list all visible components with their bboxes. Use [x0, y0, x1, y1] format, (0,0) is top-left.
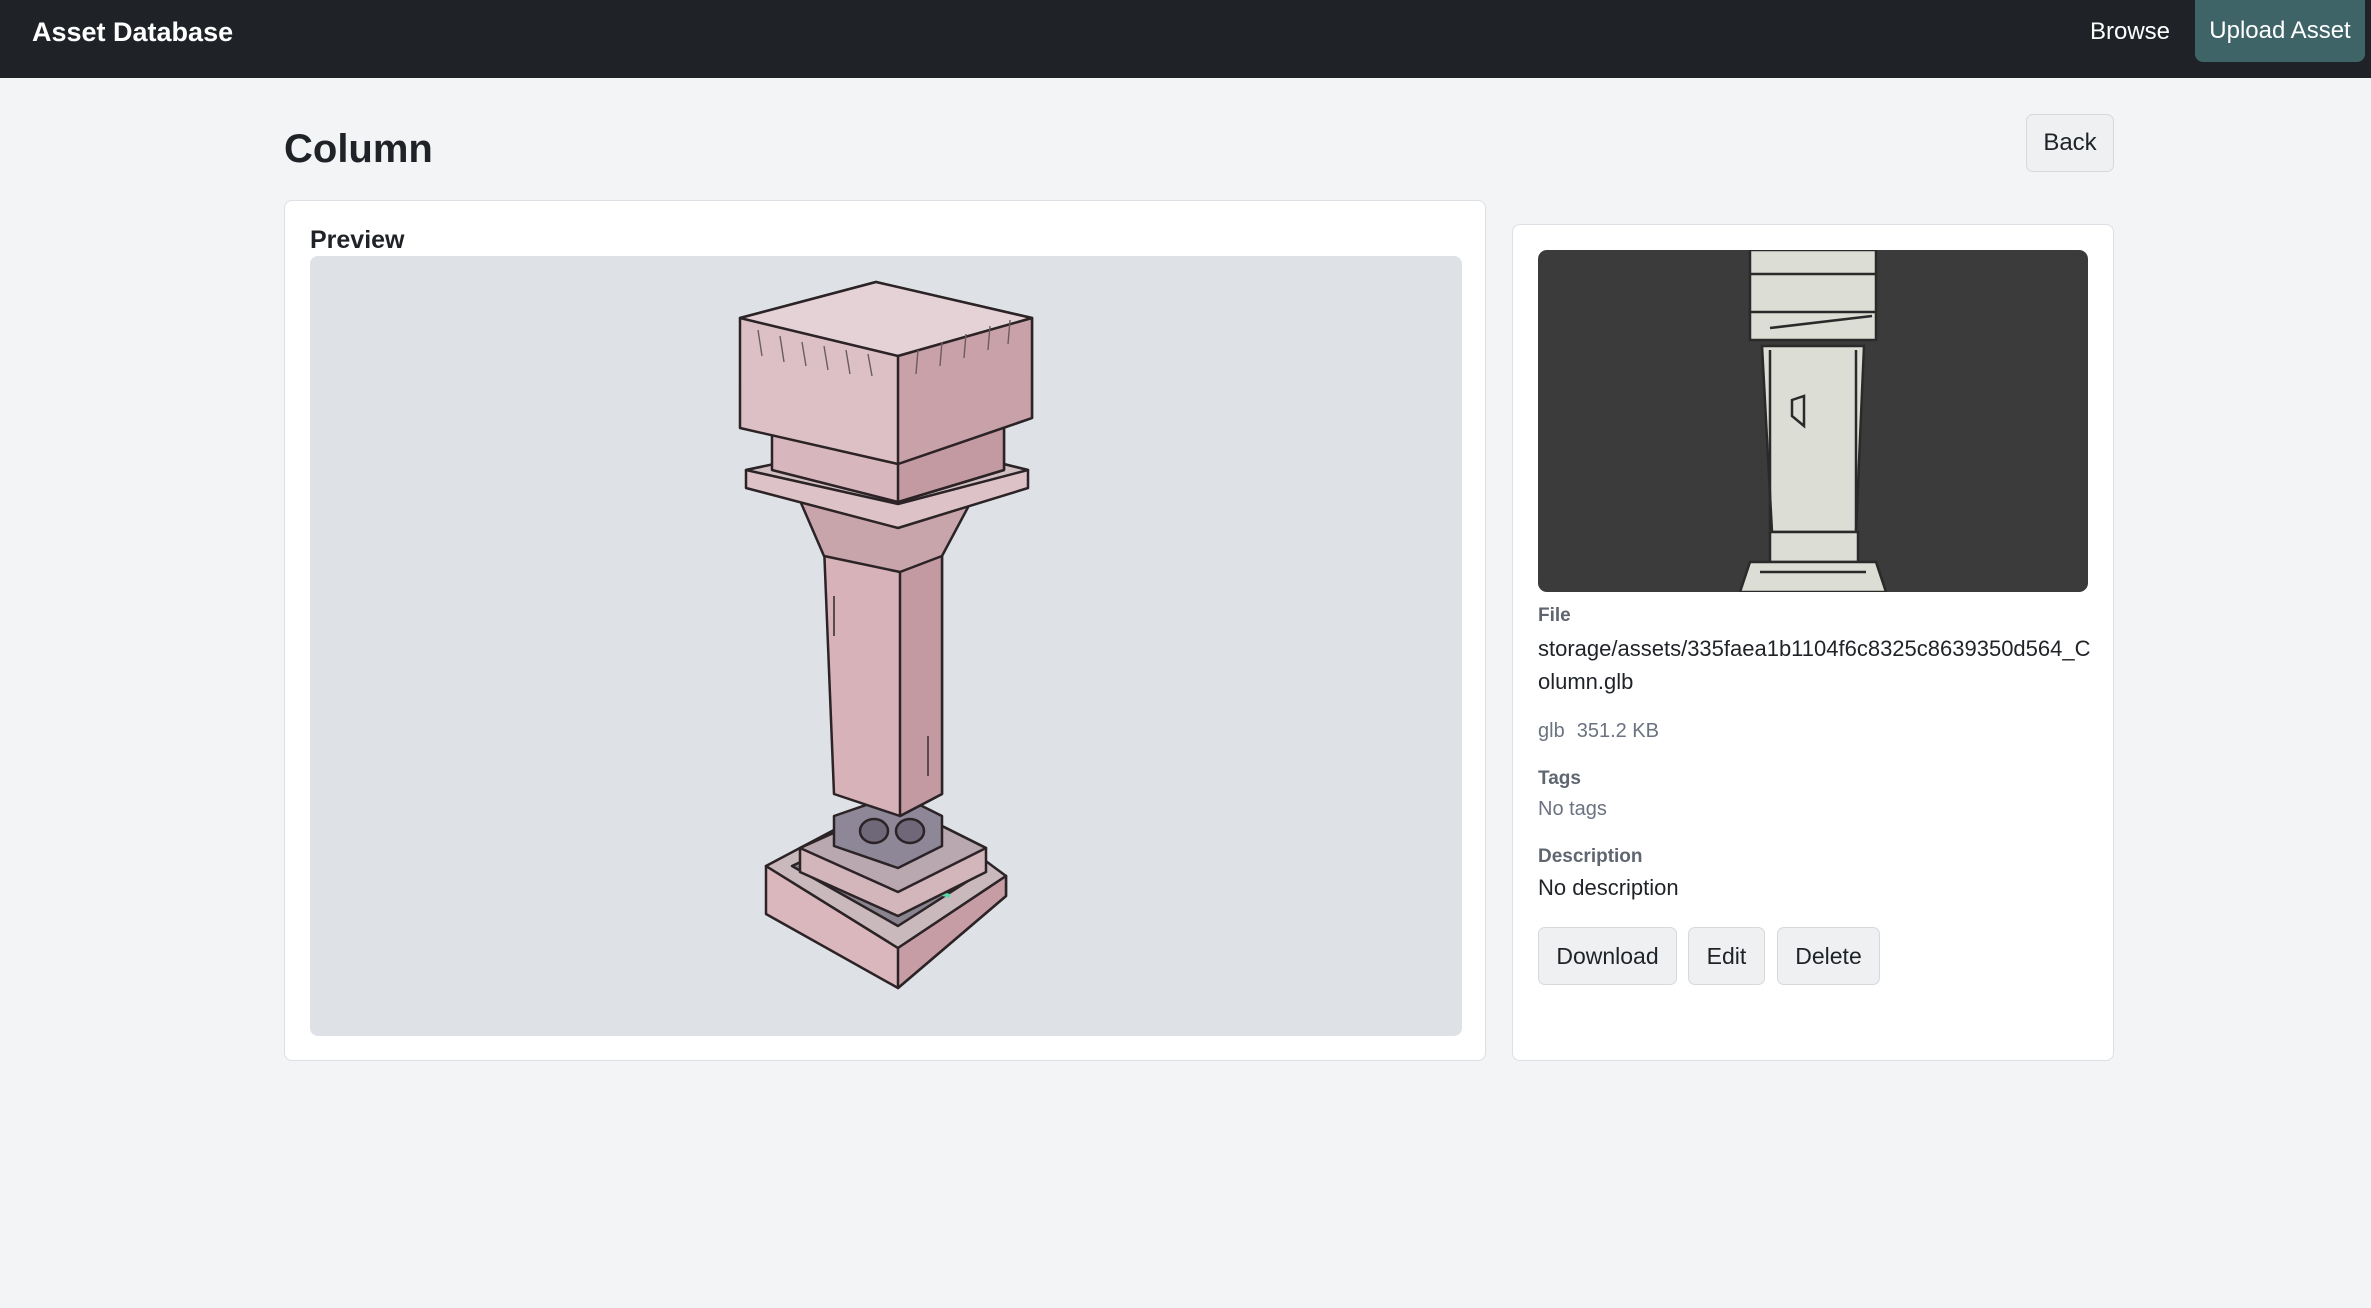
page-title: Column — [284, 127, 433, 171]
file-format: glb — [1538, 720, 1565, 742]
tags-label: Tags — [1538, 768, 1581, 789]
file-path: storage/assets/335faea1b1104f6c8325c8639… — [1538, 636, 2091, 694]
thumbnail — [1538, 250, 2088, 592]
top-nav-bar: Asset Database Browse Upload Asset — [0, 0, 2371, 78]
description-value: No description — [1538, 875, 1679, 900]
tags-value: No tags — [1538, 798, 1607, 820]
description-label: Description — [1538, 846, 1643, 867]
download-button[interactable]: Download — [1538, 927, 1677, 985]
app-title[interactable]: Asset Database — [32, 17, 233, 47]
model-viewer[interactable] — [310, 256, 1462, 1036]
preview-card: Preview — [284, 200, 1486, 1061]
file-meta: glb 351.2 KB — [1538, 719, 1671, 743]
upload-asset-button[interactable]: Upload Asset — [2195, 0, 2365, 62]
delete-button[interactable]: Delete — [1777, 927, 1880, 985]
preview-label: Preview — [310, 226, 405, 254]
file-label: File — [1538, 605, 1571, 626]
edit-button[interactable]: Edit — [1688, 927, 1765, 985]
column-thumbnail-icon — [1738, 250, 1888, 592]
file-size: 351.2 KB — [1576, 720, 1659, 742]
browse-link[interactable]: Browse — [2090, 17, 2170, 47]
asset-details-card: File storage/assets/335faea1b1104f6c8325… — [1512, 224, 2114, 1061]
back-button[interactable]: Back — [2026, 114, 2114, 172]
column-3d-model-icon — [738, 280, 1034, 990]
